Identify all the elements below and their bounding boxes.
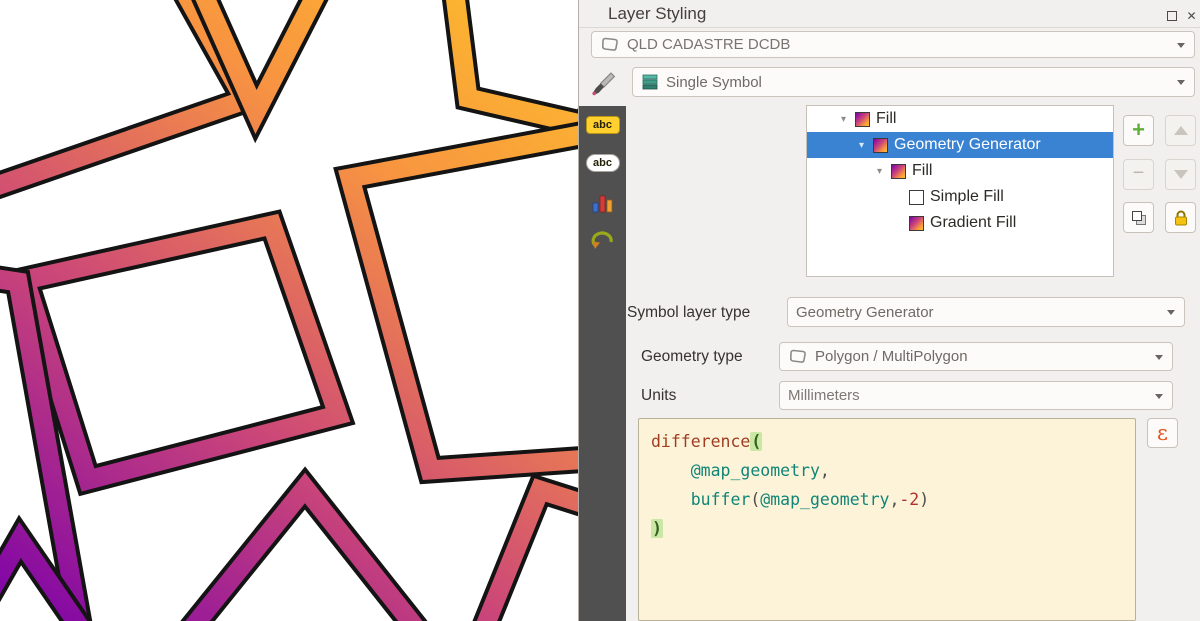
symbol-layer-type-combo[interactable]: Geometry Generator xyxy=(787,297,1185,327)
chevron-down-icon xyxy=(1167,310,1175,315)
symbol-layers-icon xyxy=(641,74,659,90)
undock-panel-button[interactable] xyxy=(1164,8,1179,23)
polygon-geometry-icon xyxy=(788,349,808,364)
layer-selector-value: QLD CADASTRE DCDB xyxy=(627,36,790,53)
move-down-button[interactable] xyxy=(1165,159,1196,190)
arrow-up-icon xyxy=(1174,126,1188,135)
tree-label: Gradient Fill xyxy=(930,214,1016,232)
tab-callouts[interactable]: abc xyxy=(579,150,626,176)
chevron-down-icon xyxy=(1177,43,1185,48)
gradient-swatch xyxy=(909,216,924,231)
style-tab-strip: abc abc xyxy=(579,62,626,621)
tree-label: Fill xyxy=(912,162,932,180)
gradient-swatch xyxy=(855,112,870,127)
tree-label: Simple Fill xyxy=(930,188,1004,206)
symbol-tree-row[interactable]: Simple Fill xyxy=(807,184,1113,210)
duplicate-symbol-layer-button[interactable] xyxy=(1123,202,1154,233)
tree-expander-icon[interactable]: ▾ xyxy=(877,166,891,177)
geometry-type-label: Geometry type xyxy=(641,342,743,371)
lock-icon xyxy=(1172,209,1190,227)
polygon-layer-icon xyxy=(600,37,620,52)
units-label: Units xyxy=(641,381,676,410)
symbol-tree-row[interactable]: ▾ Fill xyxy=(807,158,1113,184)
tree-label: Geometry Generator xyxy=(894,136,1041,154)
duplicate-icon xyxy=(1130,209,1148,227)
callouts-abc-icon: abc xyxy=(586,154,620,172)
minus-icon: − xyxy=(1133,163,1145,183)
tab-history[interactable] xyxy=(579,226,626,256)
units-combo[interactable]: Millimeters xyxy=(779,381,1173,410)
remove-symbol-layer-button[interactable]: − xyxy=(1123,159,1154,190)
tree-expander-icon[interactable]: ▾ xyxy=(859,140,873,151)
header-separator xyxy=(579,27,1200,28)
tab-symbology[interactable] xyxy=(579,62,626,106)
geometry-type-combo[interactable]: Polygon / MultiPolygon xyxy=(779,342,1173,371)
chevron-down-icon xyxy=(1155,355,1163,360)
symbol-tree[interactable]: ▾ Fill ▾ Geometry Generator ▾ Fill Simple Fill… xyxy=(806,105,1114,277)
undock-icon xyxy=(1167,11,1177,21)
layer-selector-combo[interactable]: QLD CADASTRE DCDB xyxy=(591,31,1195,58)
symbol-layer-type-value: Geometry Generator xyxy=(796,304,934,321)
code-line: @map_geometry, xyxy=(651,456,1123,485)
add-symbol-layer-button[interactable]: + xyxy=(1123,115,1154,146)
lock-color-button[interactable] xyxy=(1165,202,1196,233)
expression-editor[interactable]: difference( @map_geometry, buffer(@map_g… xyxy=(638,418,1136,621)
symbol-tree-row[interactable]: ▾ Geometry Generator xyxy=(807,132,1113,158)
renderer-selector-value: Single Symbol xyxy=(666,74,762,91)
code-line: ) xyxy=(651,514,1123,543)
code-line: buffer(@map_geometry,-2) xyxy=(651,485,1123,514)
history-arrow-icon xyxy=(590,229,616,253)
tree-expander-icon[interactable]: ▾ xyxy=(841,114,855,125)
qgis-window: Layer Styling ✕ QLD CADASTRE DCDB Single… xyxy=(0,0,1200,621)
close-icon: ✕ xyxy=(1186,10,1196,22)
tree-label: Fill xyxy=(876,110,896,128)
paintbrush-icon xyxy=(590,71,616,97)
code-line: difference( xyxy=(651,427,1123,456)
arrow-down-icon xyxy=(1174,170,1188,179)
close-panel-button[interactable]: ✕ xyxy=(1184,8,1199,23)
map-graphics xyxy=(0,0,578,621)
plus-icon: + xyxy=(1132,119,1145,141)
panel-title: Layer Styling xyxy=(608,4,706,24)
symbol-tree-row[interactable]: ▾ Fill xyxy=(807,106,1113,132)
map-canvas[interactable] xyxy=(0,0,578,621)
chevron-down-icon xyxy=(1177,80,1185,85)
symbol-layer-type-label: Symbol layer type xyxy=(627,298,750,327)
symbol-tree-row[interactable]: Gradient Fill xyxy=(807,210,1113,236)
gradient-swatch xyxy=(873,138,888,153)
geometry-type-value: Polygon / MultiPolygon xyxy=(815,348,968,365)
gradient-swatch xyxy=(891,164,906,179)
units-value: Millimeters xyxy=(788,387,860,404)
tab-labels[interactable]: abc xyxy=(579,112,626,138)
renderer-selector-combo[interactable]: Single Symbol xyxy=(632,67,1195,97)
epsilon-icon: ε xyxy=(1157,421,1168,445)
tab-diagrams[interactable] xyxy=(579,188,626,218)
expression-code: difference( @map_geometry, buffer(@map_g… xyxy=(651,427,1123,543)
layer-styling-panel: Layer Styling ✕ QLD CADASTRE DCDB Single… xyxy=(578,0,1200,621)
chevron-down-icon xyxy=(1155,394,1163,399)
diagram-icon xyxy=(591,191,615,215)
labels-abc-icon: abc xyxy=(586,116,620,134)
expression-builder-button[interactable]: ε xyxy=(1147,418,1178,448)
move-up-button[interactable] xyxy=(1165,115,1196,146)
empty-swatch xyxy=(909,190,924,205)
